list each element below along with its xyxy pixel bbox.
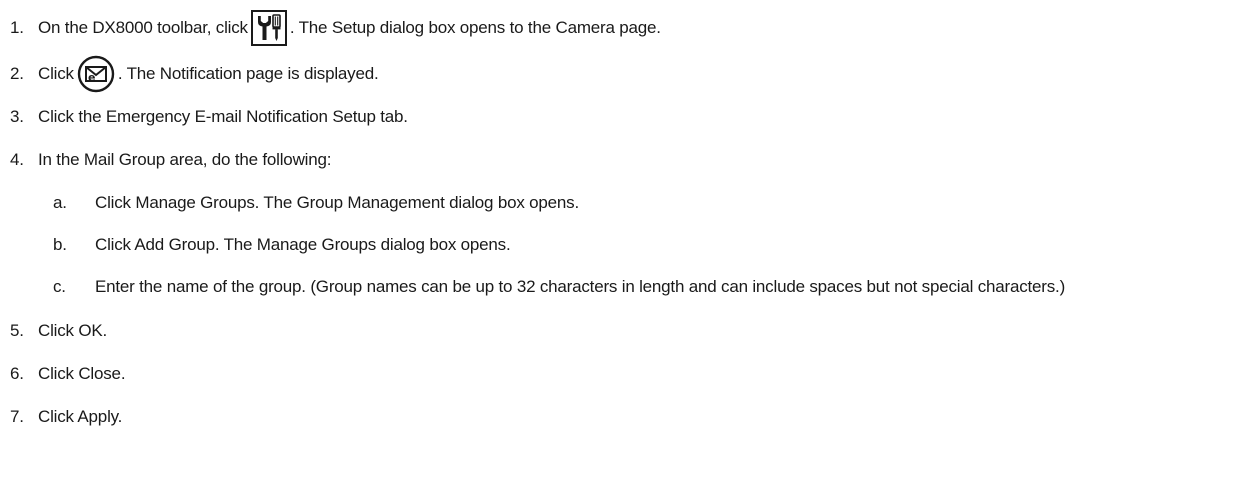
- substep-letter: a.: [53, 193, 67, 212]
- step-number: 6.: [10, 364, 24, 383]
- instruction-document: 1. On the DX8000 toolbar, click . The Se…: [0, 0, 1241, 479]
- step-text: Click OK.: [38, 321, 108, 340]
- step-3: 3. Click the Emergency E-mail Notificati…: [10, 107, 408, 127]
- substep-b: b. Click Add Group. The Manage Groups di…: [53, 235, 511, 255]
- substep-text: Click Manage Groups. The Group Managemen…: [95, 193, 580, 212]
- step-number: 4.: [10, 150, 24, 169]
- step-number: 3.: [10, 107, 24, 126]
- step-2: 2. Click e . The Notification page is di…: [10, 55, 379, 93]
- step-7: 7. Click Apply.: [10, 407, 122, 427]
- step-text: Click Apply.: [38, 407, 123, 426]
- step-text: In the Mail Group area, do the following…: [38, 150, 332, 169]
- substep-c: c. Enter the name of the group. (Group n…: [53, 277, 1065, 297]
- step-text-before: Click: [38, 64, 74, 83]
- substep-letter: b.: [53, 235, 67, 254]
- step-text-before: On the DX8000 toolbar, click: [38, 18, 248, 37]
- substep-text: Enter the name of the group. (Group name…: [95, 277, 1066, 296]
- step-text: Click the Emergency E-mail Notification …: [38, 107, 408, 126]
- substep-letter: c.: [53, 277, 66, 296]
- step-number: 5.: [10, 321, 24, 340]
- step-5: 5. Click OK.: [10, 321, 107, 341]
- svg-text:e: e: [88, 71, 95, 84]
- step-text: Click Close.: [38, 364, 126, 383]
- substep-a: a. Click Manage Groups. The Group Manage…: [53, 193, 579, 213]
- step-number: 7.: [10, 407, 24, 426]
- step-4: 4. In the Mail Group area, do the follow…: [10, 150, 331, 170]
- step-number: 2.: [10, 64, 24, 83]
- step-1: 1. On the DX8000 toolbar, click . The Se…: [10, 10, 661, 46]
- substep-text: Click Add Group. The Manage Groups dialo…: [95, 235, 511, 254]
- wrench-screwdriver-icon: [250, 10, 287, 46]
- step-text-after: . The Notification page is displayed.: [117, 64, 379, 83]
- step-number: 1.: [10, 18, 24, 37]
- step-6: 6. Click Close.: [10, 364, 126, 384]
- envelope-e-icon: e: [77, 55, 115, 93]
- step-text-after: . The Setup dialog box opens to the Came…: [289, 18, 661, 37]
